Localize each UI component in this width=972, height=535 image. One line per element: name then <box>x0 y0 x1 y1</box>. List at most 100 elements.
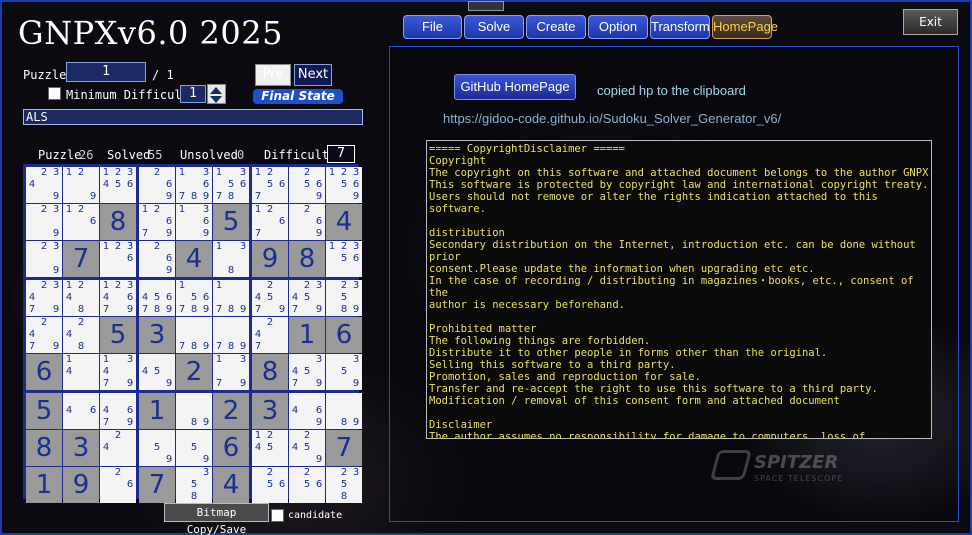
sudoku-cell-r4c3[interactable]: 123 4 6 7 9 <box>100 280 136 316</box>
sudoku-cell-r1c2[interactable]: 12 9 <box>63 167 99 203</box>
sudoku-cell-r4c9[interactable]: 23589 <box>326 280 362 316</box>
sudoku-cell-r8c6[interactable]: 6 <box>213 430 249 466</box>
menu-transform[interactable]: Transform <box>650 15 710 39</box>
pre-button[interactable]: Pre <box>255 64 291 86</box>
sudoku-cell-r9c9[interactable]: 2358 <box>326 467 362 503</box>
sudoku-cell-r3c2[interactable]: 7 <box>63 241 99 277</box>
sudoku-cell-r2c3[interactable]: 8 <box>100 204 136 240</box>
sudoku-cell-r3c5[interactable]: 4 <box>176 241 212 277</box>
sudoku-cell-r9c5[interactable]: 358 <box>176 467 212 503</box>
sudoku-cell-r4c4[interactable]: 456 789 <box>139 280 175 316</box>
sudoku-cell-r6c8[interactable]: 3 457 9 <box>289 354 325 390</box>
sudoku-cell-r4c1[interactable]: 23 47 9 <box>26 280 62 316</box>
sudoku-cell-r2c6[interactable]: 5 <box>213 204 249 240</box>
sudoku-cell-r6c9[interactable]: 359 <box>326 354 362 390</box>
sudoku-cell-r5c8[interactable]: 1 <box>289 317 325 353</box>
sudoku-cell-r8c4[interactable]: 59 <box>139 430 175 466</box>
sudoku-cell-r9c1[interactable]: 1 <box>26 467 62 503</box>
sudoku-cell-r8c1[interactable]: 8 <box>26 430 62 466</box>
menu-file[interactable]: File <box>403 15 462 39</box>
sudoku-cell-r3c9[interactable]: 12356 <box>326 241 362 277</box>
sudoku-cell-r9c6[interactable]: 4 <box>213 467 249 503</box>
final-state-button[interactable]: Final State <box>253 89 343 104</box>
window-grip[interactable] <box>468 1 504 11</box>
sudoku-cell-r2c4[interactable]: 126 7 9 <box>139 204 175 240</box>
menu-option[interactable]: Option <box>588 15 648 39</box>
sudoku-cell-r7c7[interactable]: 3 <box>252 393 288 429</box>
sudoku-cell-r7c2[interactable]: 46 <box>63 393 99 429</box>
sudoku-cell-r5c3[interactable]: 5 <box>100 317 136 353</box>
sudoku-cell-r7c1[interactable]: 5 <box>26 393 62 429</box>
sudoku-cell-r2c5[interactable]: 1 369 <box>176 204 212 240</box>
sudoku-cell-r6c1[interactable]: 6 <box>26 354 62 390</box>
sudoku-cell-r4c2[interactable]: 1248 <box>63 280 99 316</box>
sudoku-cell-r2c8[interactable]: 269 <box>289 204 325 240</box>
sudoku-cell-r5c7[interactable]: 247 <box>252 317 288 353</box>
sudoku-cell-r5c2[interactable]: 248 <box>63 317 99 353</box>
sudoku-cell-r6c5[interactable]: 2 <box>176 354 212 390</box>
sudoku-cell-r9c2[interactable]: 9 <box>63 467 99 503</box>
sudoku-cell-r6c2[interactable]: 14 <box>63 354 99 390</box>
github-homepage-button[interactable]: GitHub HomePage <box>454 74 576 100</box>
sudoku-cell-r7c8[interactable]: 4 69 <box>289 393 325 429</box>
sudoku-cell-r1c1[interactable]: 23 4 9 <box>26 167 62 203</box>
sudoku-cell-r3c3[interactable]: 1236 <box>100 241 136 277</box>
sudoku-cell-r9c8[interactable]: 256 <box>289 467 325 503</box>
menu-homepage[interactable]: HomePage <box>712 15 778 39</box>
homepage-url[interactable]: https://gidoo-code.github.io/Sudoku_Solv… <box>443 111 781 126</box>
sudoku-cell-r1c7[interactable]: 1256 7 <box>252 167 288 203</box>
menu-solve[interactable]: Solve <box>464 15 524 39</box>
sudoku-cell-r9c4[interactable]: 7 <box>139 467 175 503</box>
sudoku-cell-r6c4[interactable]: 459 <box>139 354 175 390</box>
sudoku-cell-r4c8[interactable]: 23 457 9 <box>289 280 325 316</box>
menu-create[interactable]: Create <box>526 15 586 39</box>
sudoku-cell-r8c9[interactable]: 7 <box>326 430 362 466</box>
bitmap-copy-save-button[interactable]: Bitmap Copy/Save <box>164 503 269 535</box>
disclaimer-text[interactable]: ===== CopyrightDisclaimer ===== Copyrigh… <box>426 140 932 439</box>
stepper-down-icon[interactable] <box>210 96 222 103</box>
sudoku-cell-r7c9[interactable]: 89 <box>326 393 362 429</box>
exit-button[interactable]: Exit <box>903 9 958 35</box>
sudoku-cell-r8c2[interactable]: 3 <box>63 430 99 466</box>
sudoku-cell-r7c4[interactable]: 1 <box>139 393 175 429</box>
sudoku-cell-r8c3[interactable]: 24 <box>100 430 136 466</box>
sudoku-cell-r1c8[interactable]: 2569 <box>289 167 325 203</box>
min-difficulty-stepper[interactable] <box>207 84 226 104</box>
puzzle-number-input[interactable]: 1 <box>66 62 146 82</box>
sudoku-cell-r1c9[interactable]: 123569 <box>326 167 362 203</box>
min-difficulty-checkbox[interactable] <box>48 87 61 100</box>
sudoku-cell-r8c5[interactable]: 59 <box>176 430 212 466</box>
sudoku-grid[interactable]: 2349129123456269136789135678125672569123… <box>23 164 362 503</box>
sudoku-cell-r3c1[interactable]: 23 9 <box>26 241 62 277</box>
sudoku-cell-r1c3[interactable]: 123 456 <box>100 167 136 203</box>
sudoku-cell-r8c7[interactable]: 1245 <box>252 430 288 466</box>
sudoku-cell-r2c9[interactable]: 4 <box>326 204 362 240</box>
sudoku-cell-r5c4[interactable]: 3 <box>139 317 175 353</box>
min-difficulty-input[interactable]: 1 <box>180 85 206 103</box>
sudoku-cell-r2c2[interactable]: 126 <box>63 204 99 240</box>
sudoku-cell-r9c7[interactable]: 256 <box>252 467 288 503</box>
sudoku-cell-r9c3[interactable]: 26 <box>100 467 136 503</box>
sudoku-cell-r4c6[interactable]: 1789 <box>213 280 249 316</box>
sudoku-cell-r6c3[interactable]: 1 3 47 9 <box>100 354 136 390</box>
sudoku-cell-r7c6[interactable]: 2 <box>213 393 249 429</box>
sudoku-cell-r1c6[interactable]: 1 356 78 <box>213 167 249 203</box>
sudoku-cell-r5c1[interactable]: 247 9 <box>26 317 62 353</box>
sudoku-cell-r4c5[interactable]: 156 789 <box>176 280 212 316</box>
sudoku-cell-r5c5[interactable]: 789 <box>176 317 212 353</box>
sudoku-cell-r3c6[interactable]: 1 3 8 <box>213 241 249 277</box>
sudoku-cell-r1c5[interactable]: 1 36 789 <box>176 167 212 203</box>
sudoku-cell-r5c9[interactable]: 6 <box>326 317 362 353</box>
sudoku-cell-r4c7[interactable]: 2457 9 <box>252 280 288 316</box>
sudoku-cell-r6c6[interactable]: 1 3 7 9 <box>213 354 249 390</box>
sudoku-cell-r6c7[interactable]: 8 <box>252 354 288 390</box>
sudoku-cell-r1c4[interactable]: 269 <box>139 167 175 203</box>
sudoku-cell-r3c8[interactable]: 8 <box>289 241 325 277</box>
sudoku-cell-r2c1[interactable]: 23 9 <box>26 204 62 240</box>
candidate-checkbox[interactable] <box>271 509 284 522</box>
sudoku-cell-r3c7[interactable]: 9 <box>252 241 288 277</box>
stepper-up-icon[interactable] <box>210 87 222 94</box>
sudoku-cell-r8c8[interactable]: 2459 <box>289 430 325 466</box>
sudoku-cell-r7c3[interactable]: 4 6 7 9 <box>100 393 136 429</box>
next-button[interactable]: Next <box>294 64 332 86</box>
